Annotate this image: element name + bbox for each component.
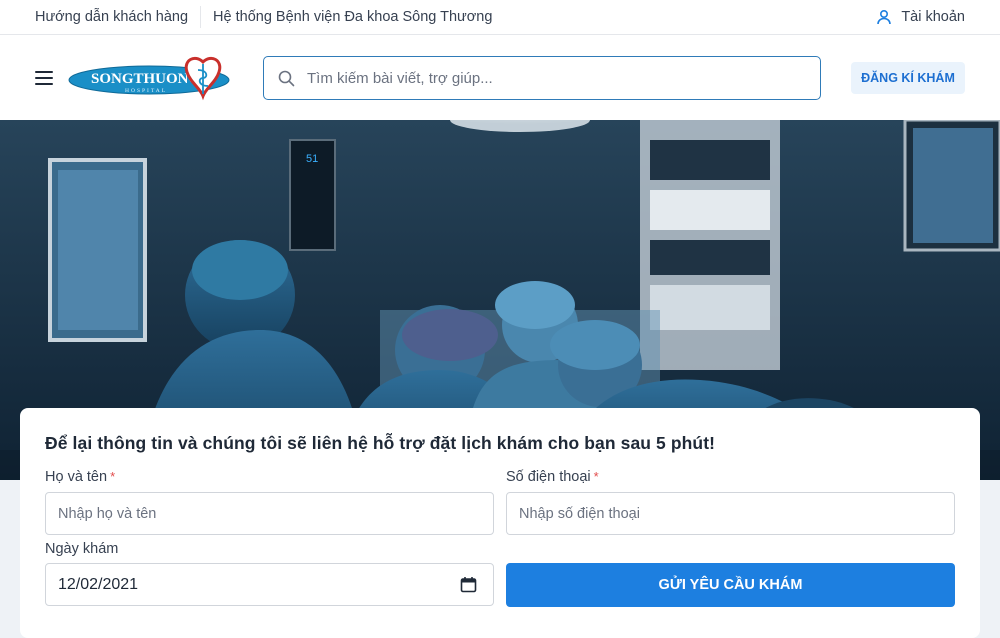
- name-field[interactable]: [45, 492, 494, 535]
- logo-text: SONGTHUONG: [91, 71, 201, 87]
- required-mark: *: [110, 469, 116, 484]
- phone-field[interactable]: [506, 492, 955, 535]
- date-label: Ngày khám: [45, 541, 119, 557]
- required-mark: *: [593, 469, 599, 484]
- register-exam-button[interactable]: ĐĂNG KÍ KHÁM: [851, 62, 965, 94]
- search-icon: [278, 70, 295, 86]
- hospital-system-link[interactable]: Hệ thống Bệnh viện Đa khoa Sông Thương: [213, 9, 492, 25]
- account-label: Tài khoản: [901, 9, 965, 25]
- hospital-logo[interactable]: SONGTHUONG HOSPITAL: [67, 52, 237, 104]
- search-input[interactable]: [307, 69, 787, 87]
- form-title: Để lại thông tin và chúng tôi sẽ liên hệ…: [45, 433, 716, 453]
- search-bar[interactable]: [263, 56, 821, 100]
- account-link[interactable]: Tài khoản: [876, 9, 965, 25]
- top-bar: Hướng dẫn khách hàng Hệ thống Bệnh viện …: [0, 0, 1000, 35]
- name-input[interactable]: [58, 505, 493, 522]
- date-field[interactable]: 12/02/2021: [45, 563, 494, 606]
- user-icon: [877, 9, 892, 25]
- monitor-readout: 51: [306, 153, 318, 165]
- top-divider: [200, 6, 202, 28]
- phone-label-text: Số điện thoại: [506, 469, 591, 485]
- submit-request-button[interactable]: GỬI YÊU CẦU KHÁM: [506, 563, 955, 607]
- guide-link[interactable]: Hướng dẫn khách hàng: [35, 9, 188, 25]
- main-header: SONGTHUONG HOSPITAL ĐĂNG KÍ KHÁM: [0, 35, 1000, 120]
- name-label-text: Họ và tên: [45, 469, 108, 485]
- date-value: 12/02/2021: [58, 575, 139, 593]
- name-label: Họ và tên *: [45, 469, 115, 485]
- phone-input[interactable]: [519, 505, 954, 522]
- calendar-icon[interactable]: [460, 576, 477, 593]
- logo-subtext: HOSPITAL: [125, 88, 167, 94]
- hamburger-icon[interactable]: [35, 70, 53, 85]
- appointment-form: Để lại thông tin và chúng tôi sẽ liên hệ…: [20, 408, 980, 638]
- phone-label: Số điện thoại *: [506, 469, 599, 485]
